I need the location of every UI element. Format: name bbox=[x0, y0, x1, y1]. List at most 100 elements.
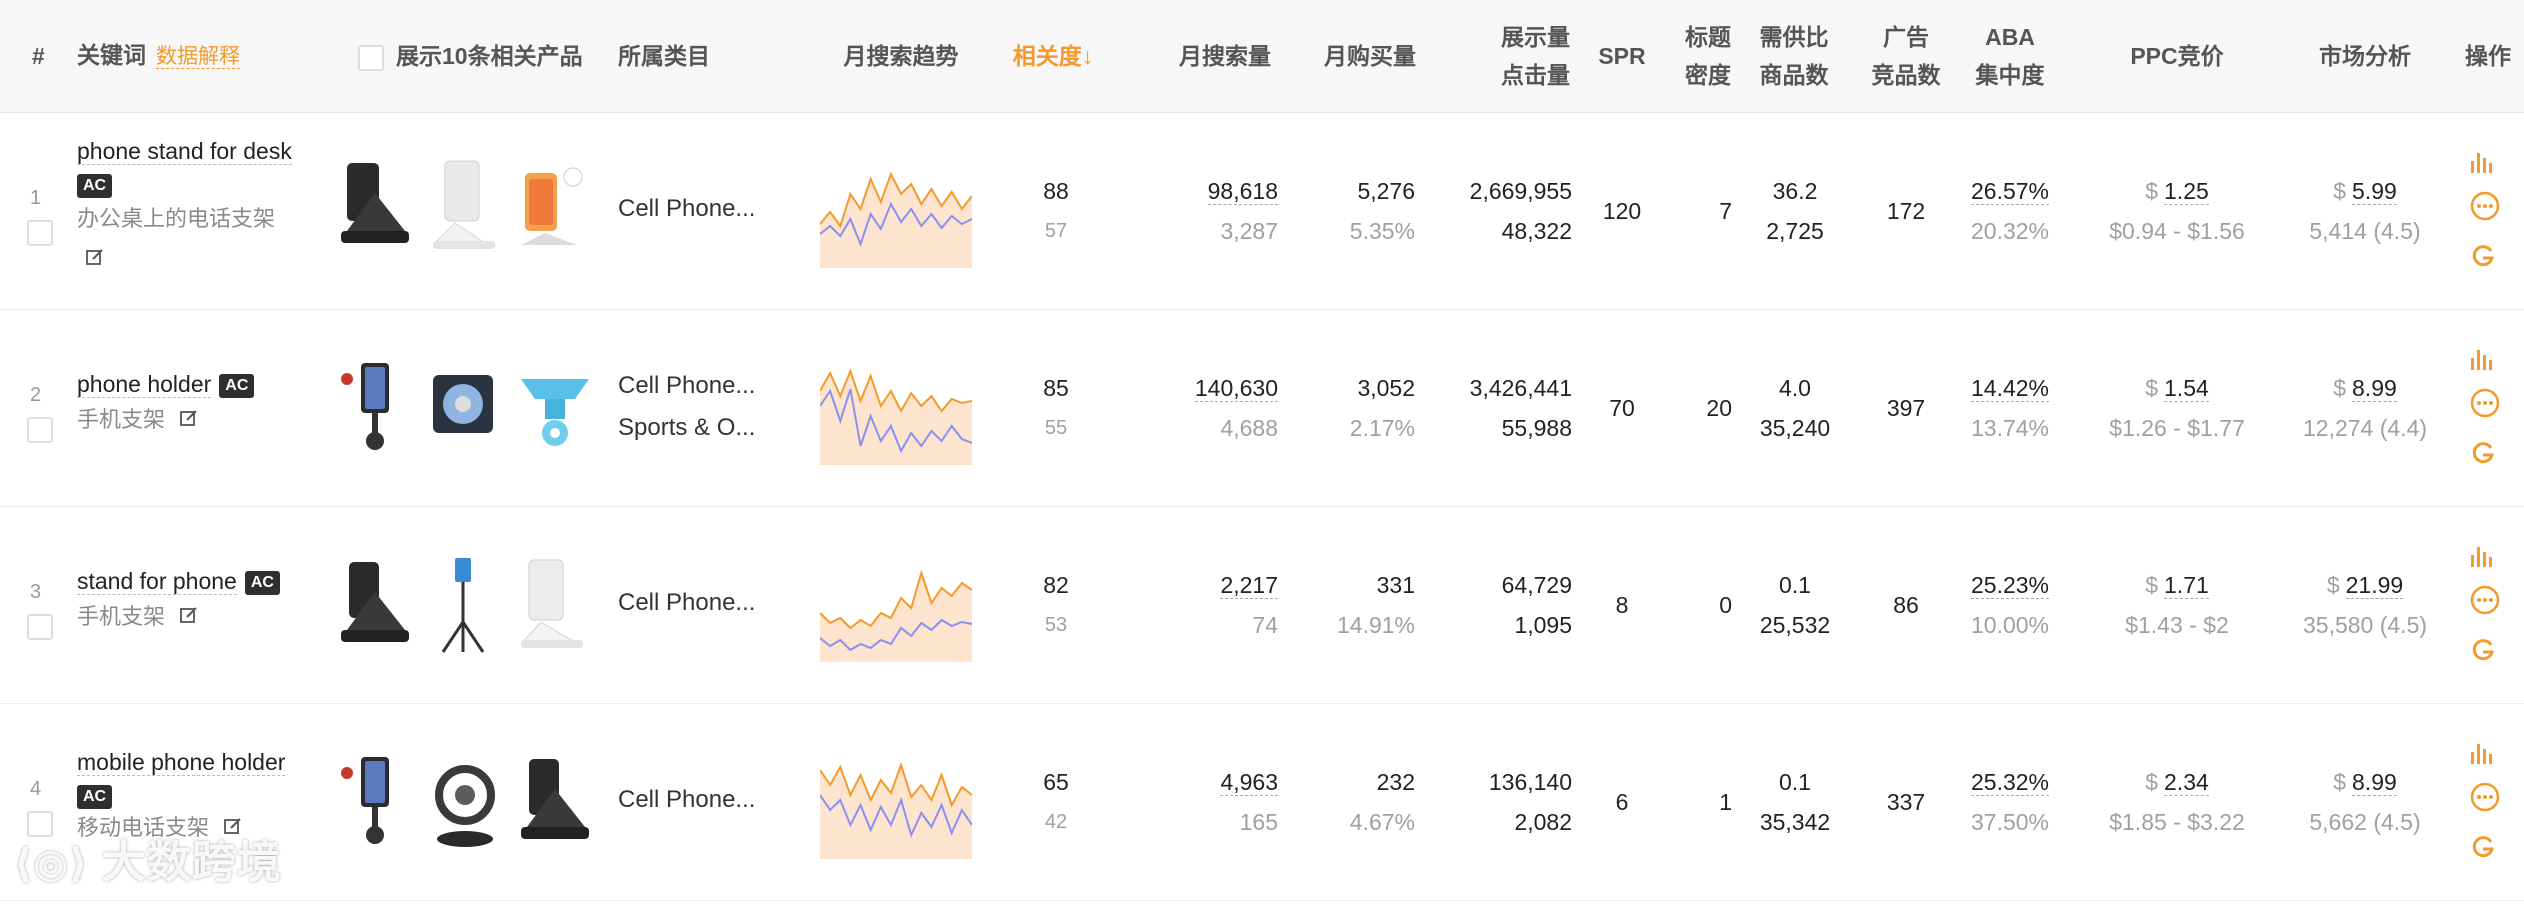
keyword-link[interactable]: phone stand for desk bbox=[77, 138, 292, 165]
monthly-search-sub: 74 bbox=[1252, 612, 1278, 638]
impressions-value: 3,426,441 bbox=[1469, 375, 1572, 401]
aba-value[interactable]: 26.57% bbox=[1970, 178, 2049, 205]
more-icon[interactable] bbox=[2470, 585, 2500, 637]
monthly-search-header[interactable]: 月搜索量 bbox=[1179, 37, 1271, 75]
product-thumbnail[interactable] bbox=[515, 153, 595, 263]
col-supply-header[interactable]: 需供比 商品数 bbox=[1752, 0, 1836, 112]
product-thumbnail[interactable] bbox=[425, 355, 505, 465]
search-trend-sparkline[interactable] bbox=[820, 552, 972, 662]
relevance-sort-header[interactable]: 相关度↓ bbox=[1013, 37, 1094, 75]
show-products-checkbox[interactable] bbox=[358, 44, 384, 71]
product-thumbnail[interactable] bbox=[425, 749, 505, 859]
google-icon[interactable] bbox=[2470, 637, 2500, 668]
chart-bars-icon[interactable] bbox=[2470, 348, 2500, 388]
col-search-header[interactable]: 月搜索量 bbox=[1170, 0, 1280, 112]
col-ppc-header[interactable]: PPC竞价 bbox=[2112, 0, 2242, 112]
market-price-value[interactable]: 8.99 bbox=[2352, 375, 2397, 402]
category-label[interactable]: Cell Phone... bbox=[618, 188, 755, 230]
ads-count-value: 172 bbox=[1886, 198, 1926, 224]
col-impressions-header[interactable]: 展示量 点击量 bbox=[1460, 0, 1570, 112]
keyword-link[interactable]: stand for phone bbox=[77, 568, 237, 595]
category-label[interactable]: Sports & O... bbox=[618, 407, 755, 449]
aba-value[interactable]: 25.23% bbox=[1970, 572, 2049, 599]
table-header: # 关键词 数据解释 展示10条相关产品 所属类目 月搜索趋势 相关度↓ 月搜索量… bbox=[0, 0, 2524, 113]
product-thumbnail[interactable] bbox=[425, 153, 505, 263]
aba-cell: 14.42% 13.74% bbox=[1950, 368, 2070, 448]
keyword-link[interactable]: mobile phone holder bbox=[77, 749, 286, 776]
market-price-value[interactable]: 5.99 bbox=[2352, 178, 2397, 205]
aba-sub: 20.32% bbox=[1970, 218, 2049, 244]
monthly-search-cell: 140,630 4,688 bbox=[1150, 368, 1278, 448]
product-thumbnail[interactable] bbox=[335, 749, 415, 859]
product-thumbnail[interactable] bbox=[335, 355, 415, 465]
col-aba-header[interactable]: ABA 集中度 bbox=[1962, 0, 2058, 112]
google-icon[interactable] bbox=[2470, 243, 2500, 274]
category-label[interactable]: Cell Phone... bbox=[618, 779, 755, 821]
chart-bars-icon[interactable] bbox=[2470, 545, 2500, 585]
row-checkbox[interactable] bbox=[27, 220, 53, 246]
more-icon[interactable] bbox=[2470, 191, 2500, 243]
monthly-search-cell: 98,618 3,287 bbox=[1150, 171, 1278, 251]
table-row[interactable]: 2 phone holder AC 手机支架 Cell Phone... Spor… bbox=[0, 310, 2524, 507]
edit-icon[interactable] bbox=[85, 240, 105, 280]
relevance-value: 82 bbox=[1043, 572, 1069, 598]
google-icon[interactable] bbox=[2470, 834, 2500, 865]
product-thumbnail[interactable] bbox=[515, 749, 595, 859]
aba-value[interactable]: 14.42% bbox=[1970, 375, 2049, 402]
col-market-header[interactable]: 市场分析 bbox=[2300, 0, 2430, 112]
aba-cell: 25.23% 10.00% bbox=[1950, 565, 2070, 645]
more-icon[interactable] bbox=[2470, 388, 2500, 440]
product-thumbnail[interactable] bbox=[515, 552, 595, 662]
relevance-value: 85 bbox=[1043, 375, 1069, 401]
edit-icon[interactable] bbox=[179, 600, 199, 636]
ppc-value[interactable]: 1.54 bbox=[2164, 375, 2209, 402]
market-price-value[interactable]: 8.99 bbox=[2352, 769, 2397, 796]
col-ads-header[interactable]: 广告 竞品数 bbox=[1862, 0, 1950, 112]
row-checkbox[interactable] bbox=[27, 417, 53, 443]
category-label[interactable]: Cell Phone... bbox=[618, 582, 755, 624]
col-density-header[interactable]: 标题 密度 bbox=[1680, 0, 1736, 112]
chart-bars-icon[interactable] bbox=[2470, 151, 2500, 191]
monthly-purchase-cell: 3,052 2.17% bbox=[1300, 368, 1415, 448]
monthly-search-cell: 2,217 74 bbox=[1150, 565, 1278, 645]
data-explain-link[interactable]: 数据解释 bbox=[156, 45, 240, 69]
table-row[interactable]: 4 mobile phone holder AC 移动电话支架 Cell Pho… bbox=[0, 704, 2524, 901]
search-trend-sparkline[interactable] bbox=[820, 749, 972, 859]
watermark-text: 大数跨境 bbox=[101, 838, 282, 887]
keyword-link[interactable]: phone holder bbox=[77, 371, 212, 398]
supply-header-line2: 商品数 bbox=[1759, 62, 1829, 88]
monthly-search-value[interactable]: 4,963 bbox=[1220, 769, 1278, 796]
row-actions bbox=[2470, 545, 2500, 668]
monthly-search-value[interactable]: 140,630 bbox=[1194, 375, 1278, 402]
search-trend-sparkline[interactable] bbox=[820, 355, 972, 465]
chart-bars-icon[interactable] bbox=[2470, 742, 2500, 782]
aba-cell: 25.32% 37.50% bbox=[1950, 762, 2070, 842]
more-icon[interactable] bbox=[2470, 782, 2500, 834]
monthly-search-value[interactable]: 2,217 bbox=[1220, 572, 1278, 599]
aba-value[interactable]: 25.32% bbox=[1970, 769, 2049, 796]
product-thumbnail[interactable] bbox=[335, 153, 415, 263]
product-thumbnail[interactable] bbox=[515, 355, 595, 465]
table-row[interactable]: 3 stand for phone AC 手机支架 Cell Phone... 8… bbox=[0, 507, 2524, 704]
ppc-value[interactable]: 1.71 bbox=[2164, 572, 2209, 599]
product-thumbnail[interactable] bbox=[425, 552, 505, 662]
col-purchase-header[interactable]: 月购买量 bbox=[1310, 0, 1430, 112]
search-trend-sparkline[interactable] bbox=[820, 158, 972, 268]
impressions-cell: 3,426,441 55,988 bbox=[1420, 368, 1572, 448]
ppc-value[interactable]: 2.34 bbox=[2164, 769, 2209, 796]
category-cell: Cell Phone... bbox=[618, 188, 755, 230]
category-label[interactable]: Cell Phone... bbox=[618, 365, 755, 407]
google-icon[interactable] bbox=[2470, 440, 2500, 471]
col-spr-header[interactable]: SPR bbox=[1592, 0, 1652, 112]
monthly-purchase-header[interactable]: 月购买量 bbox=[1324, 37, 1416, 75]
monthly-search-value[interactable]: 98,618 bbox=[1207, 178, 1278, 205]
edit-icon[interactable] bbox=[179, 403, 199, 439]
monthly-purchase-value: 5,276 bbox=[1357, 178, 1415, 204]
row-checkbox[interactable] bbox=[27, 614, 53, 640]
market-price-value[interactable]: 21.99 bbox=[2345, 572, 2404, 599]
col-relevance-header[interactable]: 相关度↓ bbox=[998, 0, 1108, 112]
product-thumbnail[interactable] bbox=[335, 552, 415, 662]
category-header-label: 所属类目 bbox=[618, 43, 710, 69]
table-row[interactable]: 1 phone stand for desk AC 办公桌上的电话支架 Cell… bbox=[0, 113, 2524, 310]
ppc-value[interactable]: 1.25 bbox=[2164, 178, 2209, 205]
